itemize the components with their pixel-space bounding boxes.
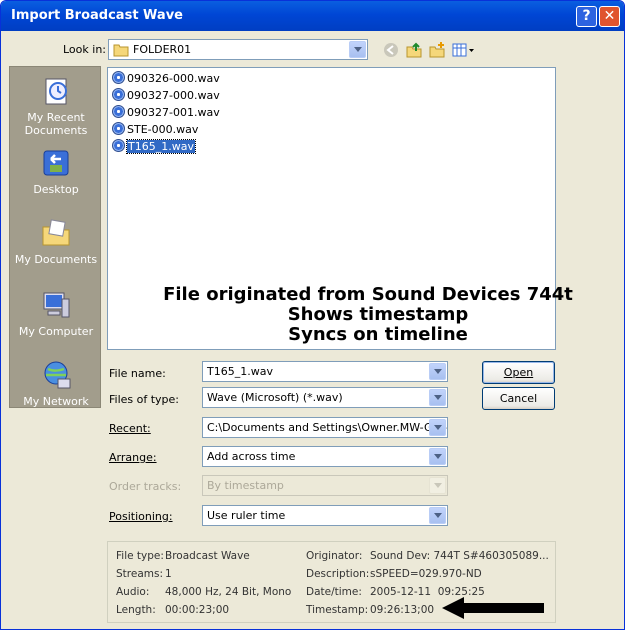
info-label: Timestamp: (306, 604, 369, 616)
file-name: T165_1.wav (126, 139, 196, 154)
filetype-label: Files of type: (109, 393, 180, 406)
recent-value: C:\Documents and Settings\Owner.MW-GW-L1 (207, 421, 448, 434)
file-item[interactable]: 090327-000.wav (112, 88, 220, 104)
file-name: 090326-000.wav (127, 72, 220, 85)
info-value: Broadcast Wave (165, 550, 250, 562)
title-bar: Import Broadcast Wave ? ✕ (1, 1, 624, 31)
audio-file-icon (112, 105, 125, 118)
info-label: Originator: (306, 550, 363, 562)
help-button[interactable]: ? (576, 6, 597, 27)
filetype-value: Wave (Microsoft) (*.wav) (207, 391, 343, 404)
filename-label: File name: (109, 367, 166, 380)
info-value: 1 (165, 568, 172, 580)
file-item[interactable]: 090326-000.wav (112, 71, 220, 87)
order-dropdown-disabled: By timestamp (202, 475, 448, 496)
place-label: My Computer (18, 325, 94, 338)
lookin-value: FOLDER01 (133, 43, 192, 56)
place-label: Desktop (33, 183, 79, 196)
my-network-icon (44, 361, 71, 389)
info-value: Sound Dev: 744T S#460305089... (370, 550, 549, 562)
place-my-documents[interactable]: My Documents (10, 217, 102, 266)
file-name: 090327-001.wav (127, 106, 220, 119)
file-name: STE-000.wav (127, 123, 199, 136)
filename-value: T165_1.wav (207, 365, 273, 378)
my-documents-icon (42, 219, 70, 246)
info-label: Streams: (116, 568, 163, 580)
arrange-label: Arrange: (109, 451, 157, 464)
lookin-label: Look in: (63, 43, 106, 56)
order-label: Order tracks: (109, 480, 182, 493)
chevron-down-icon[interactable] (429, 419, 446, 436)
lookin-dropdown[interactable]: FOLDER01 (108, 39, 368, 60)
place-label: My Recent Documents (24, 111, 88, 137)
positioning-dropdown[interactable]: Use ruler time (202, 505, 448, 526)
views-menu-icon[interactable] (451, 41, 475, 59)
recent-documents-icon (45, 78, 67, 105)
file-item[interactable]: 090327-001.wav (112, 105, 220, 121)
audio-file-icon (112, 122, 125, 135)
back-icon[interactable] (382, 41, 400, 59)
info-label: Audio: (116, 586, 150, 598)
info-label: Length: (116, 604, 156, 616)
place-my-computer[interactable]: My Computer (10, 289, 102, 338)
info-label: File type: (116, 550, 164, 562)
positioning-label: Positioning: (109, 510, 173, 523)
filename-input[interactable]: T165_1.wav (202, 361, 448, 382)
arrange-value: Add across time (207, 450, 296, 463)
chevron-down-icon[interactable] (429, 363, 446, 380)
annotation-line: Shows timestamp (287, 304, 469, 325)
place-label: My Network (23, 395, 89, 408)
chevron-down-icon[interactable] (429, 507, 446, 524)
place-my-network[interactable]: My Network (10, 359, 102, 408)
place-label: My Documents (14, 253, 98, 266)
chevron-down-icon[interactable] (349, 41, 366, 58)
info-value: 00:00:23;00 (165, 604, 230, 616)
info-label: Description: (306, 568, 370, 580)
file-item[interactable]: STE-000.wav (112, 122, 198, 138)
info-value: 48,000 Hz, 24 Bit, Mono (165, 586, 292, 598)
my-computer-icon (43, 292, 70, 318)
info-value: sSPEED=029.970-ND (370, 568, 482, 580)
window-title: Import Broadcast Wave (11, 8, 183, 23)
place-desktop[interactable]: Desktop (10, 147, 102, 196)
lookin-label-text: Look in: (63, 43, 106, 56)
file-list[interactable]: 090326-000.wav 090327-000.wav 090327-001… (107, 67, 573, 350)
order-value: By timestamp (207, 479, 284, 492)
chevron-down-icon (429, 477, 446, 494)
annotation-overlay: File originated from Sound Devices 744t … (108, 284, 624, 345)
annotation-line: Syncs on timeline (288, 324, 468, 345)
folder-icon (113, 44, 129, 57)
info-label: Date/time: (306, 586, 362, 598)
recent-label: Recent: (109, 422, 151, 435)
file-item-selected[interactable]: T165_1.wav (112, 139, 196, 155)
close-button[interactable]: ✕ (599, 6, 620, 27)
audio-file-icon (112, 71, 125, 84)
places-bar: My Recent Documents Desktop My Documents… (9, 66, 101, 408)
place-recent-documents[interactable]: My Recent Documents (10, 75, 102, 137)
desktop-icon (43, 150, 69, 176)
cancel-button[interactable]: Cancel (482, 387, 555, 410)
import-dialog: Import Broadcast Wave ? ✕ Look in: FOLDE… (0, 0, 625, 630)
filetype-dropdown[interactable]: Wave (Microsoft) (*.wav) (202, 387, 448, 408)
annotation-line: File originated from Sound Devices 744t (163, 284, 573, 305)
file-name: 090327-000.wav (127, 89, 220, 102)
new-folder-icon[interactable] (428, 41, 446, 59)
arrange-dropdown[interactable]: Add across time (202, 446, 448, 467)
chevron-down-icon[interactable] (429, 448, 446, 465)
positioning-value: Use ruler time (207, 509, 286, 522)
open-button[interactable]: Open (482, 361, 555, 384)
audio-file-icon (112, 88, 125, 101)
chevron-down-icon[interactable] (429, 389, 446, 406)
info-value: 09:26:13;00 (370, 604, 435, 616)
recent-dropdown[interactable]: C:\Documents and Settings\Owner.MW-GW-L1 (202, 417, 448, 438)
arrow-left-icon (442, 597, 544, 619)
up-folder-icon[interactable] (405, 41, 423, 59)
audio-file-icon (112, 139, 125, 152)
